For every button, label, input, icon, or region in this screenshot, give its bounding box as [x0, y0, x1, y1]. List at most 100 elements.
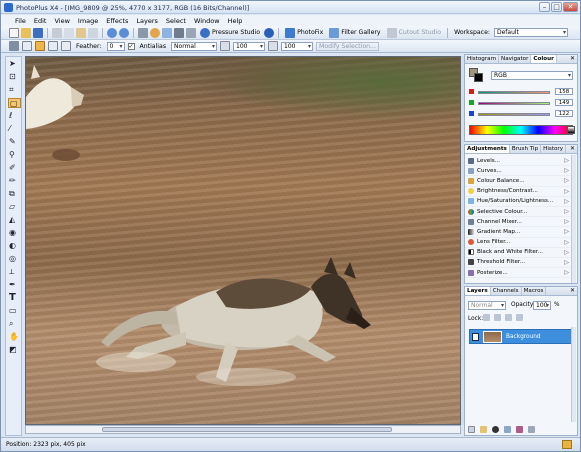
- zoom-icon[interactable]: [138, 27, 148, 38]
- pencil-tool[interactable]: ✏: [8, 176, 21, 186]
- opacity-input[interactable]: 100: [533, 301, 551, 310]
- menu-edit[interactable]: Edit: [30, 17, 51, 25]
- color-pickup-tool[interactable]: ⚲: [8, 150, 21, 160]
- layers-scrollbar[interactable]: [571, 327, 576, 422]
- color-swatch[interactable]: ◩: [8, 345, 21, 355]
- adjust-icon[interactable]: [162, 27, 172, 38]
- new-file-icon[interactable]: [9, 27, 19, 38]
- expand-arrow-icon[interactable]: ▷: [564, 228, 569, 235]
- magic-wand-tool[interactable]: ⁄: [8, 124, 21, 134]
- selection-icon[interactable]: [186, 27, 196, 38]
- menu-help[interactable]: Help: [224, 17, 247, 25]
- dodge-tool[interactable]: ◐: [8, 241, 21, 251]
- list-item[interactable]: Channel Mixer... ▷: [465, 217, 572, 228]
- red-value[interactable]: 158: [555, 88, 573, 95]
- list-item[interactable]: Hue/Saturation/Lightness... ▷: [465, 197, 572, 207]
- sponge-tool[interactable]: ◎: [8, 254, 21, 264]
- eraser-tool[interactable]: ▱: [8, 202, 21, 212]
- expand-arrow-icon[interactable]: ▷: [564, 239, 569, 246]
- delete-layer-icon[interactable]: [528, 426, 535, 433]
- width-lock-icon[interactable]: [220, 41, 231, 51]
- blend-mode-dropdown[interactable]: Normal: [468, 301, 506, 310]
- tab-history[interactable]: History: [541, 145, 567, 153]
- paintbrush-tool[interactable]: ✎: [8, 137, 21, 147]
- color-picker-icon[interactable]: [150, 27, 160, 38]
- selection-deform-tool[interactable]: ⊡: [8, 72, 21, 82]
- tab-brush-tip[interactable]: Brush Tip: [510, 145, 542, 153]
- clone-tool[interactable]: ⧉: [8, 189, 21, 199]
- menu-image[interactable]: Image: [74, 17, 102, 25]
- maximize-button[interactable]: □: [551, 2, 562, 12]
- lock-pixels-icon[interactable]: [494, 314, 501, 321]
- tab-colour[interactable]: Colour: [531, 55, 557, 63]
- lasso-tool[interactable]: ℓ: [8, 111, 21, 121]
- expand-arrow-icon[interactable]: ▷: [564, 269, 569, 276]
- colour-panel-close-icon[interactable]: ✕: [570, 55, 575, 62]
- canvas-horizontal-scrollbar[interactable]: [25, 425, 461, 434]
- blue-value[interactable]: 122: [555, 110, 573, 117]
- list-item[interactable]: Brightness/Contrast... ▷: [465, 187, 572, 197]
- effects-icon[interactable]: [516, 426, 523, 433]
- list-item[interactable]: Curves... ▷: [465, 166, 572, 177]
- list-item[interactable]: Gradient Map... ▷: [465, 227, 572, 238]
- blur-tool[interactable]: ◉: [8, 228, 21, 238]
- open-folder-icon[interactable]: [21, 27, 31, 38]
- text-tool[interactable]: T: [8, 293, 21, 303]
- background-color-swatch[interactable]: [474, 73, 483, 82]
- menu-select[interactable]: Select: [162, 17, 190, 25]
- expand-arrow-icon[interactable]: ▷: [564, 188, 569, 195]
- lock-all-icon[interactable]: [516, 314, 523, 321]
- close-button[interactable]: ✕: [563, 2, 578, 12]
- list-item[interactable]: Black and White Filter... ▷: [465, 248, 572, 258]
- expand-arrow-icon[interactable]: ▷: [564, 167, 569, 174]
- antialias-checkbox[interactable]: ✓: [127, 42, 135, 50]
- tab-histogram[interactable]: Histogram: [465, 55, 500, 63]
- pressure-studio-button[interactable]: Pressure Studio: [198, 27, 262, 38]
- menu-effects[interactable]: Effects: [102, 17, 132, 25]
- minimize-button[interactable]: –: [539, 2, 550, 12]
- menu-window[interactable]: Window: [190, 17, 224, 25]
- crop-tool[interactable]: ⌗: [8, 85, 21, 95]
- shape-tool[interactable]: ▭: [8, 306, 21, 316]
- layer-background[interactable]: Background: [469, 329, 575, 344]
- menu-view[interactable]: View: [50, 17, 73, 25]
- save-icon[interactable]: [33, 27, 43, 38]
- adjustments-panel-close-icon[interactable]: ✕: [570, 145, 575, 152]
- add-selection-icon[interactable]: [35, 41, 45, 51]
- redo-icon[interactable]: [119, 27, 129, 38]
- zoom-tool[interactable]: ⌕: [8, 319, 21, 329]
- rectangle-selection-tool[interactable]: ▢: [8, 98, 21, 108]
- grayscale-swatch[interactable]: [567, 126, 575, 134]
- brush-tool[interactable]: ✐: [8, 163, 21, 173]
- cutout-studio-button[interactable]: Cutout Studio: [385, 27, 443, 38]
- height-input[interactable]: 100: [281, 41, 314, 51]
- blue-slider[interactable]: 122: [469, 110, 575, 118]
- green-value[interactable]: 149: [555, 99, 573, 106]
- modify-selection-button[interactable]: Modify Selection...: [316, 41, 379, 51]
- tab-adjustments[interactable]: Adjustments: [465, 145, 510, 153]
- undo-icon[interactable]: [107, 27, 117, 38]
- new-selection-icon[interactable]: [22, 41, 32, 51]
- adjustments-scrollbar[interactable]: [571, 155, 576, 283]
- move-tool[interactable]: ➤: [8, 59, 21, 69]
- colour-mode-dropdown[interactable]: RGB: [491, 71, 573, 80]
- tab-navigator[interactable]: Navigator: [499, 55, 532, 63]
- expand-arrow-icon[interactable]: ▷: [564, 157, 569, 164]
- paste-icon[interactable]: [76, 27, 86, 38]
- brush-icon[interactable]: [174, 27, 184, 38]
- filter-gallery-button[interactable]: Filter Gallery: [327, 27, 382, 38]
- selection-mode-icon[interactable]: [9, 41, 19, 51]
- tab-channels[interactable]: Channels: [491, 287, 522, 295]
- fill-tool[interactable]: ◭: [8, 215, 21, 225]
- list-item[interactable]: Levels... ▷: [465, 156, 572, 167]
- hand-tool[interactable]: ✋: [8, 332, 21, 342]
- new-group-icon[interactable]: [480, 426, 487, 433]
- height-lock-icon[interactable]: [268, 41, 279, 51]
- path-tool[interactable]: ⟂: [8, 267, 21, 277]
- list-item[interactable]: Colour Balance... ▷: [465, 176, 572, 187]
- layers-panel-close-icon[interactable]: ✕: [570, 287, 575, 294]
- menu-file[interactable]: File: [11, 17, 30, 25]
- cut-icon[interactable]: [52, 27, 62, 38]
- photofix-button[interactable]: PhotoFix: [283, 27, 325, 38]
- mode-dropdown[interactable]: Normal: [171, 41, 218, 51]
